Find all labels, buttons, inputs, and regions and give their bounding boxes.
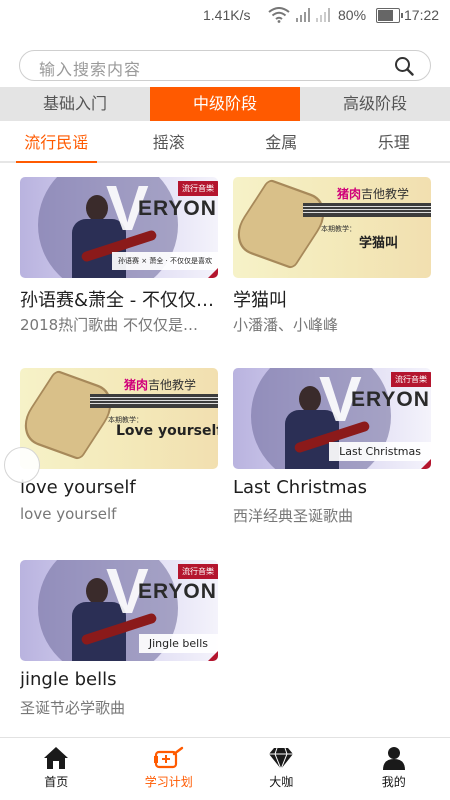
- tab-metal[interactable]: 金属: [225, 123, 338, 161]
- nav-home[interactable]: 首页: [0, 738, 113, 800]
- song-title[interactable]: 学猫叫: [233, 286, 438, 312]
- thumb-brand: ERYON: [351, 388, 430, 411]
- tab-basic[interactable]: 基础入门: [0, 87, 150, 121]
- nav-label: 大咖: [269, 775, 294, 789]
- tab-advanced[interactable]: 高级阶段: [300, 87, 450, 121]
- wifi-icon: [268, 7, 290, 23]
- battery-level: [378, 10, 394, 21]
- battery-icon: [376, 8, 403, 23]
- search-placeholder: 输入搜索内容: [39, 60, 142, 79]
- song-subtitle: 小潘潘、小峰峰: [233, 316, 339, 334]
- search-input[interactable]: 输入搜索内容: [19, 50, 431, 81]
- tab-music-theory[interactable]: 乐理: [338, 123, 450, 161]
- nav-masters[interactable]: 大咖: [225, 738, 338, 800]
- tab-intermediate[interactable]: 中级阶段: [150, 87, 300, 121]
- network-speed: 1.41K/s: [203, 7, 251, 23]
- status-bar: 1.41K/s 80% 17:22: [0, 0, 450, 32]
- thumb-caption: Last Christmas: [329, 442, 431, 461]
- person-icon: [382, 747, 405, 770]
- thumb-song: Love yourself: [116, 423, 218, 439]
- nav-label: 学习计划: [144, 775, 193, 789]
- song-card[interactable]: V ERYON 流行音樂 Last Christmas Last Christm…: [233, 368, 431, 525]
- signal-icon: [316, 8, 330, 22]
- thumb-brand: 猪肉: [337, 187, 362, 201]
- thumb-heading: 吉他教学: [361, 187, 410, 201]
- nav-label: 首页: [44, 775, 69, 789]
- thumb-heading: 吉他教学: [148, 378, 197, 392]
- thumb-caption: Jingle bells: [138, 634, 218, 653]
- song-title[interactable]: Last Christmas: [233, 477, 438, 498]
- thumb-brand: 猪肉: [124, 378, 149, 392]
- diamond-icon: [269, 747, 294, 770]
- nav-label: 我的: [381, 775, 406, 789]
- nav-study-plan[interactable]: 学习计划: [113, 738, 226, 800]
- song-thumbnail[interactable]: 猪肉吉他教学 本期教学： 学猫叫: [233, 177, 431, 278]
- home-icon: [44, 747, 69, 769]
- song-title[interactable]: love yourself: [20, 477, 225, 498]
- thumb-caption: 孙语赛 × 萧全 · 不仅仅是喜欢: [112, 252, 218, 270]
- thumb-song: 学猫叫: [359, 236, 399, 251]
- search-icon[interactable]: [394, 56, 414, 76]
- tab-rock[interactable]: 摇滚: [113, 123, 226, 161]
- song-card[interactable]: V ERYON 流行音樂 孙语赛 × 萧全 · 不仅仅是喜欢 孙语赛&萧全 - …: [20, 177, 218, 334]
- song-title[interactable]: jingle bells: [20, 669, 225, 690]
- bottom-nav: 首页 学习计划 大咖 我的: [0, 737, 450, 800]
- clock: 17:22: [404, 7, 440, 23]
- thumb-brand: ERYON: [138, 197, 217, 220]
- battery-percent: 80%: [338, 7, 367, 23]
- thumb-brand: ERYON: [138, 580, 217, 603]
- song-card[interactable]: V ERYON 流行音樂 Jingle bells jingle bells 圣…: [20, 560, 218, 717]
- song-subtitle: love yourself: [20, 505, 117, 523]
- signal-icon: [296, 8, 310, 22]
- guitar-plan-icon: [153, 746, 183, 769]
- song-thumbnail[interactable]: V ERYON 流行音樂 孙语赛 × 萧全 · 不仅仅是喜欢: [20, 177, 218, 278]
- song-thumbnail[interactable]: V ERYON 流行音樂 Last Christmas: [233, 368, 431, 469]
- floating-handle[interactable]: [4, 447, 40, 483]
- thumb-tag: 流行音樂: [391, 372, 431, 387]
- song-thumbnail[interactable]: 猪肉吉他教学 本期教学： Love yourself: [20, 368, 218, 469]
- song-subtitle: 西洋经典圣诞歌曲: [233, 507, 354, 525]
- song-subtitle: 圣诞节必学歌曲: [20, 699, 126, 717]
- level-tabs: 基础入门 中级阶段 高级阶段: [0, 87, 450, 121]
- thumb-tag: 流行音樂: [178, 564, 218, 579]
- tab-pop-folk[interactable]: 流行民谣: [0, 123, 113, 163]
- thumb-tag: 流行音樂: [178, 181, 218, 196]
- song-title[interactable]: 孙语赛&萧全 - 不仅仅…: [20, 286, 225, 312]
- category-tabs: 流行民谣 摇滚 金属 乐理: [0, 123, 450, 163]
- song-thumbnail[interactable]: V ERYON 流行音樂 Jingle bells: [20, 560, 218, 661]
- song-card[interactable]: 猪肉吉他教学 本期教学： 学猫叫 学猫叫 小潘潘、小峰峰: [233, 177, 431, 334]
- thumb-note: 本期教学：: [321, 225, 356, 233]
- song-subtitle: 2018热门歌曲 不仅仅是…: [20, 316, 198, 334]
- nav-mine[interactable]: 我的: [338, 738, 450, 800]
- song-card[interactable]: 猪肉吉他教学 本期教学： Love yourself love yourself…: [20, 368, 218, 523]
